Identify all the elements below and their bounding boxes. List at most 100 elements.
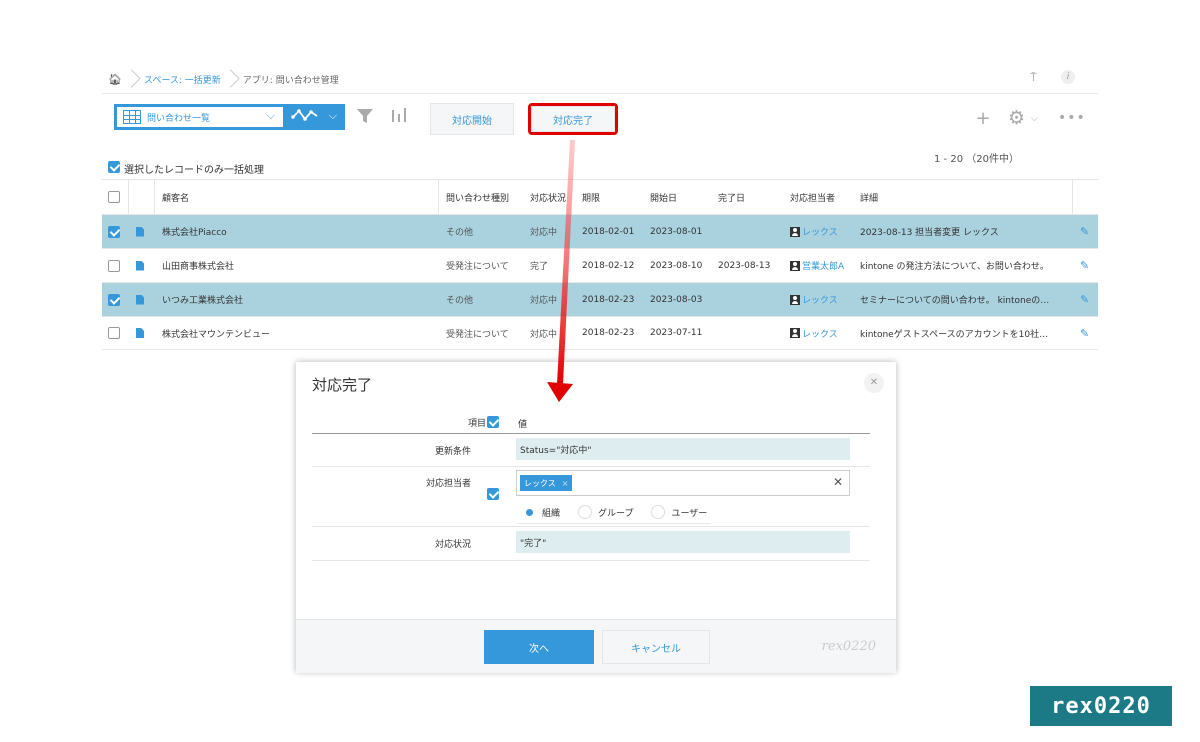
cell-person-name[interactable]: レックス xyxy=(802,293,838,306)
selected-user-name: レックス xyxy=(524,478,556,488)
info-icon[interactable]: i xyxy=(1061,70,1075,84)
divider xyxy=(312,433,870,434)
start-response-button[interactable]: 対応開始 xyxy=(430,103,514,135)
bulk-process-checkbox[interactable] xyxy=(108,161,120,173)
user-icon xyxy=(790,260,800,271)
item-select-all-checkbox[interactable] xyxy=(487,416,499,428)
table-row[interactable]: いつみ工業株式会社 その他 対応中 2018-02-23 2023-08-03 … xyxy=(102,282,1098,316)
row-checkbox[interactable] xyxy=(108,293,120,306)
graph-button[interactable]: ⌵ xyxy=(285,104,345,130)
header-detail[interactable]: 詳細 xyxy=(860,180,1078,214)
radio-group[interactable]: グループ xyxy=(578,503,633,521)
cell-person[interactable]: レックス xyxy=(790,283,856,316)
radio-dot xyxy=(578,505,593,519)
gear-icon[interactable]: ⚙ xyxy=(1008,107,1025,129)
breadcrumb-app[interactable]: アプリ: 問い合わせ管理 xyxy=(243,73,339,86)
pin-icon[interactable]: ⍑ xyxy=(1030,71,1037,85)
add-record-icon[interactable]: + xyxy=(973,110,993,130)
header-status[interactable]: 対応状況 xyxy=(530,180,580,214)
edit-pencil-icon[interactable]: ✎ xyxy=(1080,317,1094,349)
document-icon[interactable] xyxy=(136,294,144,305)
record-count: 1 - 20 （20件中） xyxy=(934,154,1019,165)
document-icon[interactable] xyxy=(136,226,144,237)
home-icon[interactable]: 🏠︎ xyxy=(108,73,122,86)
cell-limit: 2018-02-23 xyxy=(582,328,635,338)
entity-type-radio-group: 組織 グループ ユーザー xyxy=(518,501,712,524)
user-icon xyxy=(790,328,800,338)
cell-limit: 2018-02-01 xyxy=(582,226,635,237)
cell-person-name[interactable]: レックス xyxy=(802,327,838,340)
header-limit[interactable]: 期限 xyxy=(582,180,648,214)
chevron-down-icon[interactable]: ⌵ xyxy=(1031,114,1038,124)
cell-start: 2023-07-11 xyxy=(650,328,703,338)
select-all-checkbox[interactable] xyxy=(108,191,120,203)
edit-pencil-icon[interactable]: ✎ xyxy=(1080,249,1094,282)
bulk-update-dialog: 対応完了 ✕ 項目 値 更新条件 Status="対応中" 対応担当者 レックス… xyxy=(296,362,896,673)
radio-label: グループ xyxy=(598,508,634,519)
table-view-icon xyxy=(123,110,141,124)
item-column-label: 項目 xyxy=(467,419,486,429)
view-select-label: 問い合わせ一覧 xyxy=(147,114,211,124)
header-start[interactable]: 開始日 xyxy=(650,180,716,214)
condition-value: Status="対応中" xyxy=(516,438,850,460)
cell-limit: 2018-02-23 xyxy=(582,294,635,305)
status-field-label: 対応状況 xyxy=(434,540,471,550)
cell-detail: 2023-08-13 担当者変更 レックス xyxy=(860,228,999,238)
divider xyxy=(102,93,1098,94)
cell-detail: セミナーについての問い合わせ。 kintoneの… xyxy=(860,296,1050,306)
cell-person-name[interactable]: 営業太郎A xyxy=(802,259,844,272)
breadcrumb-space[interactable]: スペース: 一括更新 xyxy=(144,73,221,86)
radio-organization[interactable]: 組織 xyxy=(522,503,560,521)
person-field-checkbox[interactable] xyxy=(487,488,499,500)
header-person[interactable]: 対応担当者 xyxy=(790,180,856,214)
watermark: rex0220 xyxy=(821,639,876,654)
cell-status: 対応中 xyxy=(530,329,558,340)
cell-start: 2023-08-10 xyxy=(650,260,703,271)
document-icon[interactable] xyxy=(136,260,144,271)
cell-person[interactable]: 営業太郎A xyxy=(790,249,856,282)
header-end[interactable]: 完了日 xyxy=(718,180,788,214)
radio-dot xyxy=(651,505,666,519)
header-name[interactable]: 顧客名 xyxy=(162,180,432,214)
view-select[interactable]: 問い合わせ一覧 ⌵ xyxy=(114,104,286,130)
cell-person-name[interactable]: レックス xyxy=(802,225,838,238)
radio-dot-selected xyxy=(522,505,536,519)
document-icon[interactable] xyxy=(136,328,144,338)
edit-pencil-icon[interactable]: ✎ xyxy=(1080,283,1094,316)
more-options-icon[interactable]: ••• xyxy=(1058,110,1086,126)
cell-end xyxy=(718,215,788,248)
complete-response-button[interactable]: 対応完了 xyxy=(531,106,615,132)
row-checkbox[interactable] xyxy=(108,225,120,238)
cell-name: いつみ工業株式会社 xyxy=(162,296,244,306)
bar-chart-icon[interactable] xyxy=(390,106,408,128)
remove-tag-icon[interactable]: × xyxy=(562,479,569,488)
records-table: 顧客名 問い合わせ種別 対応状況 期限 開始日 完了日 対応担当者 詳細 株式会… xyxy=(102,179,1098,350)
cell-person[interactable]: レックス xyxy=(790,215,856,248)
cancel-button[interactable]: キャンセル xyxy=(602,630,710,664)
table-row[interactable]: 株式会社マウンテンビュー 受発注について 対応中 2018-02-23 2023… xyxy=(102,316,1098,350)
table-row[interactable]: 株式会社Piacco その他 対応中 2018-02-01 2023-08-01… xyxy=(102,214,1098,248)
breadcrumb-separator xyxy=(227,68,237,90)
filter-icon[interactable] xyxy=(355,106,375,131)
selected-user-tag[interactable]: レックス × xyxy=(520,475,573,491)
cell-end: 2023-08-13 xyxy=(718,260,771,271)
cell-end xyxy=(718,317,788,349)
line-graph-icon xyxy=(291,107,323,127)
table-row[interactable]: 山田商事株式会社 受発注について 完了 2018-02-12 2023-08-1… xyxy=(102,248,1098,282)
cell-start: 2023-08-01 xyxy=(650,226,703,237)
close-icon[interactable]: ✕ xyxy=(864,373,884,393)
cell-name: 株式会社Piacco xyxy=(162,228,227,238)
breadcrumb: 🏠︎ スペース: 一括更新 アプリ: 問い合わせ管理 xyxy=(108,68,339,90)
clear-icon[interactable]: ✕ xyxy=(833,475,843,489)
cell-type: その他 xyxy=(446,296,474,306)
person-select-input[interactable]: レックス × ✕ xyxy=(516,470,850,496)
row-checkbox[interactable] xyxy=(108,327,120,339)
header-type[interactable]: 問い合わせ種別 xyxy=(446,180,530,214)
next-button[interactable]: 次へ xyxy=(484,630,594,664)
cell-type: 受発注について xyxy=(446,329,509,340)
edit-pencil-icon[interactable]: ✎ xyxy=(1080,215,1094,248)
cell-person[interactable]: レックス xyxy=(790,317,856,349)
cell-type: その他 xyxy=(446,228,474,238)
row-checkbox[interactable] xyxy=(108,259,120,272)
radio-user[interactable]: ユーザー xyxy=(651,503,707,521)
